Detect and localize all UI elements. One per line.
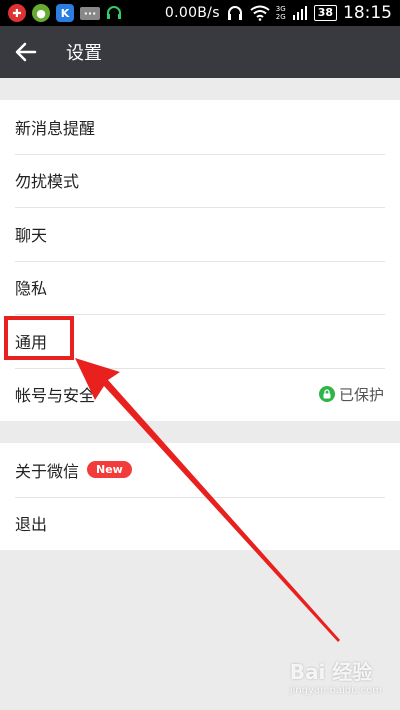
settings-item-privacy[interactable]: 隐私 (0, 260, 400, 315)
settings-item-label: 帐号与安全 (15, 386, 96, 406)
page-title: 设置 (66, 43, 102, 64)
settings-item-do-not-disturb[interactable]: 勿扰模式 (0, 153, 400, 208)
title-bar: 设置 (0, 26, 400, 78)
settings-group-main: 新消息提醒 勿扰模式 聊天 隐私 通用 帐号与安全 已保护 (0, 100, 400, 421)
watermark-text: Bai 经验 (289, 660, 373, 684)
settings-item-account-security[interactable]: 帐号与安全 已保护 (0, 367, 400, 422)
watermark-sub: jingyan.baidu.com (289, 685, 382, 696)
settings-item-new-message-alerts[interactable]: 新消息提醒 (0, 100, 400, 154)
battery-indicator: 38 (313, 5, 337, 21)
settings-item-label: 新消息提醒 (15, 118, 96, 138)
protection-status: 已保护 (318, 384, 384, 405)
k-app-icon: K (56, 4, 74, 22)
settings-item-logout[interactable]: 退出 (0, 496, 400, 551)
app-green-icon: ● (32, 4, 50, 22)
settings-group-secondary: 关于微信 New 退出 (0, 443, 400, 550)
settings-item-label: 通用 (15, 332, 48, 352)
protection-status-text: 已保护 (338, 385, 384, 404)
headset-icon (107, 6, 121, 19)
status-bar-right: 0.00B/s 3G 2G 38 18:15 (165, 3, 392, 23)
signal-icon (292, 6, 307, 20)
settings-item-label: 隐私 (15, 279, 48, 299)
back-button[interactable] (0, 26, 52, 78)
network-speed: 0.00B/s (164, 5, 220, 21)
settings-item-label: 勿扰模式 (15, 172, 80, 192)
settings-item-label: 聊天 (15, 225, 48, 245)
watermark: Bai 经验 jingyan.baidu.com (290, 656, 382, 696)
settings-item-general[interactable]: 通用 (0, 314, 400, 368)
settings-item-label: 退出 (15, 515, 48, 535)
network-type-bottom: 2G (275, 13, 286, 21)
lock-icon (318, 386, 335, 403)
headphones-icon (227, 6, 242, 20)
network-type: 3G 2G (276, 5, 286, 21)
wifi-icon (250, 5, 270, 21)
network-type-top: 3G (275, 5, 286, 13)
status-bar-left: ✚ ● K ··· (8, 4, 165, 22)
status-bar: ✚ ● K ··· 0.00B/s 3G 2G 38 18:15 (0, 0, 400, 26)
arrow-left-icon (15, 42, 37, 62)
notification-red-icon: ✚ (8, 4, 26, 22)
settings-item-about-wechat[interactable]: 关于微信 New (0, 443, 400, 497)
clock: 18:15 (343, 3, 392, 23)
settings-item-chat[interactable]: 聊天 (0, 207, 400, 261)
settings-item-label: 关于微信 (15, 461, 80, 481)
message-icon: ··· (80, 6, 100, 20)
new-badge: New (87, 461, 132, 479)
